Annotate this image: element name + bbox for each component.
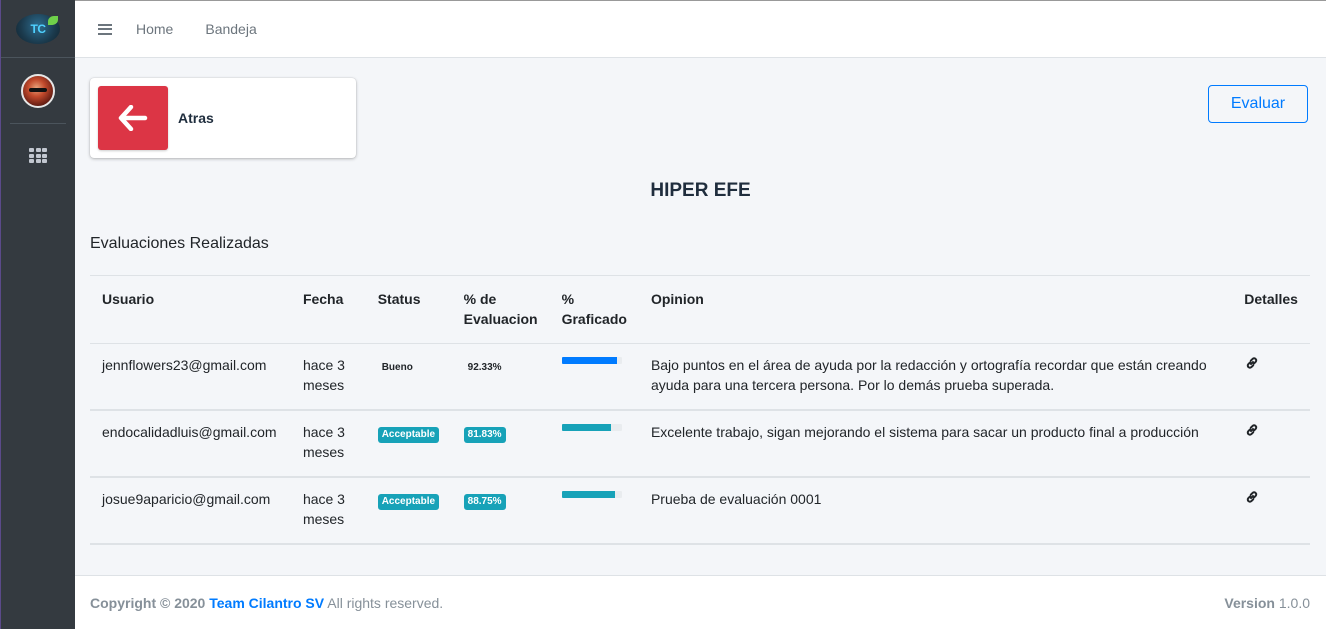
percent-badge: 81.83% [463, 427, 506, 443]
progress-track [561, 357, 622, 364]
top-navbar: Home Bandeja [75, 0, 1326, 58]
progress-track [561, 424, 622, 431]
cell-usuario: endocalidadluis@gmail.com [90, 410, 291, 478]
logo-text: TC [30, 21, 47, 36]
user-panel [10, 58, 66, 124]
cell-porcentaje: 88.75% [451, 477, 550, 545]
cell-status: Acceptable [365, 477, 452, 545]
table-row: endocalidadluis@gmail.com hace 3 meses Ac… [90, 410, 1310, 478]
progress-track [561, 491, 622, 498]
leaf-icon [48, 15, 58, 25]
col-header-graficado-line1: % [561, 291, 575, 307]
page-title: HIPER EFE [650, 180, 751, 201]
progress-bar [561, 357, 617, 364]
cell-opinion: Excelente trabajo, sigan mejorando el si… [638, 410, 1233, 478]
cell-graficado [549, 410, 639, 478]
col-header-opinion[interactable]: Opinion [638, 275, 1233, 344]
cell-fecha-line1: hace 3 [302, 491, 345, 507]
table-header-row: Usuario Fecha Status % de Evaluacion % G… [90, 275, 1310, 344]
status-badge: Bueno [381, 362, 413, 373]
cell-fecha: hace 3 meses [290, 343, 366, 411]
cell-detalles [1232, 477, 1310, 545]
cell-fecha: hace 3 meses [290, 477, 366, 545]
cell-status: Acceptable [365, 410, 452, 478]
cell-fecha-line2: meses [302, 377, 345, 393]
col-header-graficado-line2: Graficado [561, 311, 627, 327]
cell-fecha-line1: hace 3 [302, 357, 345, 373]
progress-bar [561, 491, 615, 498]
progress-bar [561, 424, 611, 431]
table-row: josue9aparicio@gmail.com hace 3 meses Acc… [90, 477, 1310, 545]
footer-copyright: Copyright © 2020 Team Cilantro SV All ri… [90, 595, 443, 611]
nav-link-bandeja[interactable]: Bandeja [205, 21, 256, 37]
cell-usuario: josue9aparicio@gmail.com [90, 477, 291, 545]
footer: Copyright © 2020 Team Cilantro SV All ri… [75, 575, 1326, 629]
cell-porcentaje: 81.83% [451, 410, 550, 478]
cell-opinion: Bajo puntos en el área de ayuda por la r… [638, 343, 1233, 411]
col-header-detalles[interactable]: Detalles [1232, 275, 1310, 344]
cell-opinion: Prueba de evaluación 0001 [638, 477, 1233, 545]
rights-text: All rights reserved. [327, 594, 444, 611]
col-header-graficado[interactable]: % Graficado [549, 275, 639, 344]
apps-menu [1, 148, 75, 164]
cell-status: Bueno [365, 343, 452, 411]
cell-fecha-line1: hace 3 [302, 424, 345, 440]
back-card[interactable]: Atras [90, 78, 356, 158]
percent-badge: 88.75% [463, 494, 506, 510]
brand-logo-area[interactable]: TC [1, 0, 75, 58]
cell-porcentaje: 92.33% [451, 343, 550, 411]
status-badge: Acceptable [377, 427, 440, 443]
nav-link-home[interactable]: Home [136, 21, 173, 37]
col-header-usuario[interactable]: Usuario [90, 275, 291, 344]
evaluate-button[interactable]: Evaluar [1208, 85, 1308, 123]
cell-usuario: jennflowers23@gmail.com [90, 343, 291, 411]
col-header-evaluacion[interactable]: % de Evaluacion [451, 275, 550, 344]
link-icon[interactable] [1245, 422, 1259, 442]
version-label: Version [1224, 594, 1275, 611]
percent-badge: 92.33% [467, 362, 502, 373]
col-header-evaluacion-line2: Evaluacion [463, 311, 538, 327]
cell-detalles [1232, 343, 1310, 411]
apps-grid-icon[interactable] [29, 148, 47, 164]
main-content: Atras Evaluar HIPER EFE Evaluaciones Rea… [75, 58, 1326, 575]
status-badge: Acceptable [377, 494, 440, 510]
arrow-left-icon [118, 105, 148, 131]
col-header-fecha[interactable]: Fecha [290, 275, 366, 344]
cell-detalles [1232, 410, 1310, 478]
version-value: 1.0.0 [1278, 594, 1310, 611]
back-label: Atras [178, 110, 214, 126]
copyright-text: Copyright © 2020 [90, 594, 206, 611]
cell-graficado [549, 477, 639, 545]
back-button[interactable] [98, 86, 168, 150]
hamburger-menu-icon[interactable] [98, 23, 112, 35]
main-sidebar: TC [0, 0, 75, 629]
col-header-evaluacion-line1: % de [463, 291, 497, 307]
cell-fecha: hace 3 meses [290, 410, 366, 478]
link-icon[interactable] [1245, 489, 1259, 509]
cell-fecha-line2: meses [302, 511, 345, 527]
cell-graficado [549, 343, 639, 411]
link-icon[interactable] [1245, 355, 1259, 375]
col-header-status[interactable]: Status [365, 275, 452, 344]
team-link[interactable]: Team Cilantro SV [209, 595, 324, 611]
brand-logo[interactable]: TC [16, 13, 60, 44]
table-row: jennflowers23@gmail.com hace 3 meses Buen… [90, 343, 1310, 411]
cell-fecha-line2: meses [302, 444, 345, 460]
section-title: Evaluaciones Realizadas [90, 235, 269, 252]
footer-version: Version 1.0.0 [1224, 595, 1310, 611]
evaluations-table: Usuario Fecha Status % de Evaluacion % G… [90, 275, 1310, 545]
avatar[interactable] [21, 73, 55, 108]
